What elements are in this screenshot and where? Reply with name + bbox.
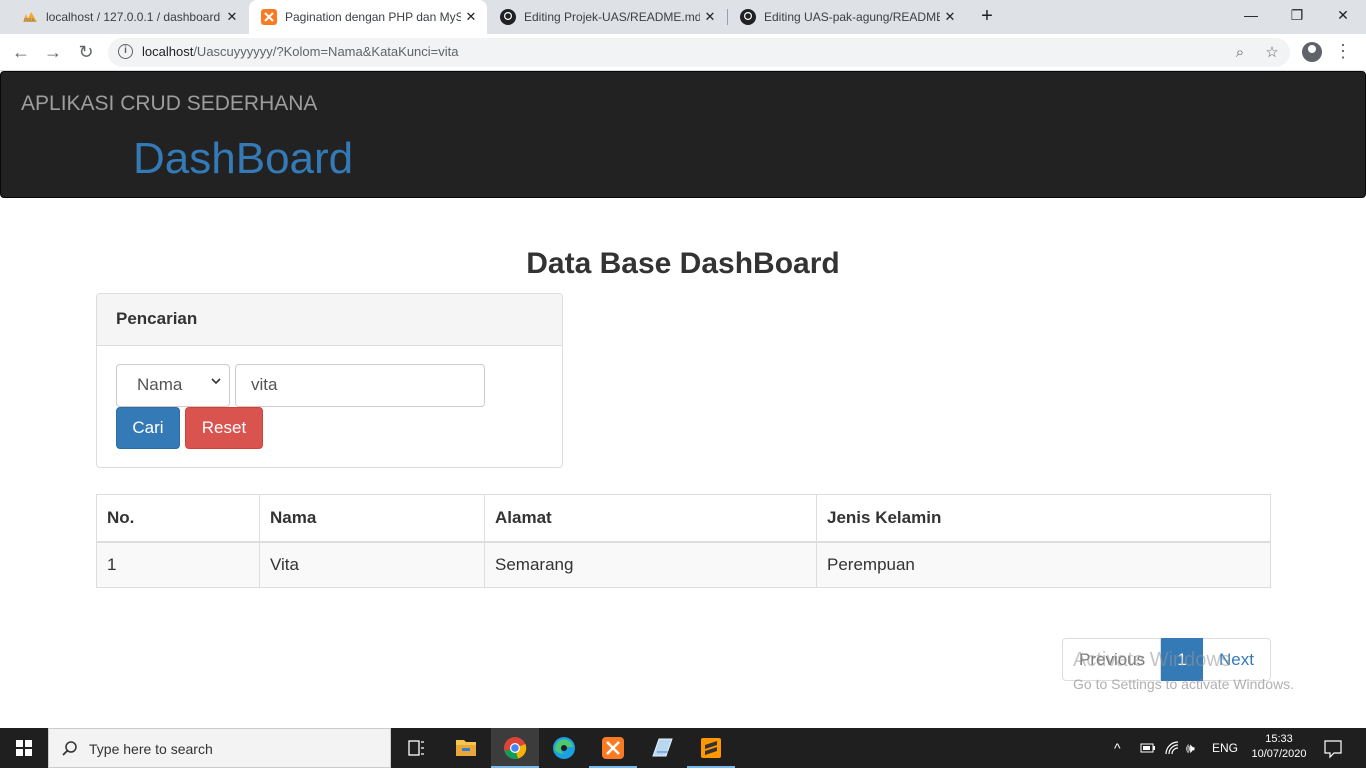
url-path: /Uascuyyyyyy/?Kolom=Nama&KataKunci=vita	[193, 44, 459, 59]
back-arrow-icon[interactable]: ←	[9, 40, 33, 64]
chevron-up-icon[interactable]: ^	[1114, 728, 1121, 768]
new-tab-button[interactable]: +	[973, 5, 1001, 29]
svg-text:PMA: PMA	[24, 18, 35, 23]
page-content: APLIKASI CRUD SEDERHANA DashBoard Data B…	[0, 71, 1366, 728]
tab-title: localhost / 127.0.0.1 / dashboard	[46, 10, 221, 24]
tab-title: Pagination dengan PHP dan MySQL	[285, 10, 461, 24]
activate-windows-subtext: Go to Settings to activate Windows.	[1073, 676, 1294, 692]
kebab-menu-icon[interactable]: ⋮	[1334, 40, 1352, 64]
tab-phpmyadmin[interactable]: PMA localhost / 127.0.0.1 / dashboard ✕	[10, 0, 248, 34]
address-bar[interactable]: i localhost/Uascuyyyyyy/?Kolom=Nama&Kata…	[108, 38, 1290, 67]
clock-time: 15:33	[1265, 733, 1293, 745]
close-window-icon[interactable]: ✕	[1320, 0, 1366, 32]
tab-title: Editing Projek-UAS/README.md	[524, 10, 700, 24]
windows-taskbar: Type here to search ^ 🕪 ENG 15:33 10/07/…	[0, 728, 1366, 768]
cell-jenis-kelamin: Perempuan	[816, 541, 1271, 588]
search-icon	[62, 741, 77, 756]
close-tab-icon[interactable]: ✕	[700, 9, 720, 25]
col-header-jenis-kelamin: Jenis Kelamin	[816, 494, 1271, 543]
chrome-icon[interactable]	[491, 728, 539, 768]
tab-github-uas-pak-agung[interactable]: Editing UAS-pak-agung/README.md ✕	[728, 0, 966, 34]
restore-icon[interactable]: ❐	[1274, 0, 1320, 32]
page-title: Data Base DashBoard	[526, 247, 840, 280]
page-heading: DashBoard	[133, 134, 354, 183]
edge-icon[interactable]	[540, 728, 588, 768]
profile-avatar-icon[interactable]	[1302, 42, 1322, 62]
taskbar-search-placeholder: Type here to search	[89, 741, 213, 757]
reload-icon[interactable]: ↻	[74, 40, 98, 64]
app-brand[interactable]: APLIKASI CRUD SEDERHANA	[21, 92, 317, 116]
language-indicator[interactable]: ENG	[1212, 728, 1238, 768]
activate-windows-watermark: Activate Windows	[1073, 649, 1231, 671]
col-header-nama: Nama	[259, 494, 485, 543]
cell-no: 1	[96, 541, 260, 588]
header-banner: APLIKASI CRUD SEDERHANA DashBoard	[0, 71, 1366, 198]
url-text[interactable]: localhost/Uascuyyyyyy/?Kolom=Nama&KataKu…	[142, 44, 459, 59]
notifications-icon[interactable]	[1323, 728, 1343, 768]
xampp-icon	[261, 9, 277, 25]
col-header-no: No.	[96, 494, 260, 543]
wifi-icon[interactable]	[1164, 728, 1180, 768]
taskbar-search-box[interactable]: Type here to search	[48, 728, 391, 768]
close-tab-icon[interactable]: ✕	[222, 9, 242, 25]
url-host: localhost	[142, 44, 194, 59]
cell-alamat: Semarang	[484, 541, 817, 588]
zoom-icon[interactable]: ⌕	[1230, 43, 1250, 63]
reset-button[interactable]: Reset	[185, 407, 263, 449]
file-explorer-icon[interactable]	[442, 728, 490, 768]
sublime-text-icon[interactable]	[687, 728, 735, 768]
browser-tab-bar: PMA localhost / 127.0.0.1 / dashboard ✕ …	[0, 0, 1366, 34]
tab-github-projek-uas[interactable]: Editing Projek-UAS/README.md ✕	[488, 0, 726, 34]
table-header-row: No. Nama Alamat Jenis Kelamin	[96, 494, 1271, 543]
cell-nama: Vita	[259, 541, 485, 588]
data-table: No. Nama Alamat Jenis Kelamin 1 Vita Sem…	[96, 494, 1271, 588]
tab-pagination[interactable]: Pagination dengan PHP dan MySQL ✕	[249, 0, 487, 34]
windows-start-icon[interactable]	[0, 728, 48, 768]
taskbar-clock[interactable]: 15:33 10/07/2020	[1244, 732, 1314, 762]
notes-app-icon[interactable]	[638, 728, 686, 768]
col-header-alamat: Alamat	[484, 494, 817, 543]
close-tab-icon[interactable]: ✕	[940, 9, 960, 25]
cari-button[interactable]: Cari	[116, 407, 180, 449]
keyword-input[interactable]: vita	[235, 364, 485, 407]
minimize-icon[interactable]: —	[1228, 0, 1274, 32]
browser-toolbar: ← → ↻ i localhost/Uascuyyyyyy/?Kolom=Nam…	[0, 34, 1366, 71]
search-panel-title: Pencarian	[97, 294, 562, 346]
battery-icon[interactable]	[1140, 728, 1156, 768]
volume-icon[interactable]: 🕪	[1186, 728, 1195, 768]
tab-title: Editing UAS-pak-agung/README.md	[764, 10, 940, 24]
search-panel: Pencarian Nama vita Cari Reset	[96, 293, 563, 468]
task-view-icon[interactable]	[392, 728, 440, 768]
table-row: 1 Vita Semarang Perempuan	[96, 541, 1271, 588]
chevron-down-icon	[211, 378, 221, 385]
bookmark-star-icon[interactable]: ☆	[1262, 43, 1282, 63]
github-icon	[740, 9, 756, 25]
phpmyadmin-icon: PMA	[22, 9, 38, 25]
github-icon	[500, 9, 516, 25]
clock-date: 10/07/2020	[1251, 748, 1307, 760]
xampp-taskbar-icon[interactable]	[589, 728, 637, 768]
close-tab-icon[interactable]: ✕	[461, 9, 481, 25]
forward-arrow-icon[interactable]: →	[41, 40, 65, 64]
column-select[interactable]: Nama	[116, 364, 230, 407]
info-icon[interactable]: i	[118, 44, 133, 59]
column-select-value: Nama	[137, 375, 183, 394]
